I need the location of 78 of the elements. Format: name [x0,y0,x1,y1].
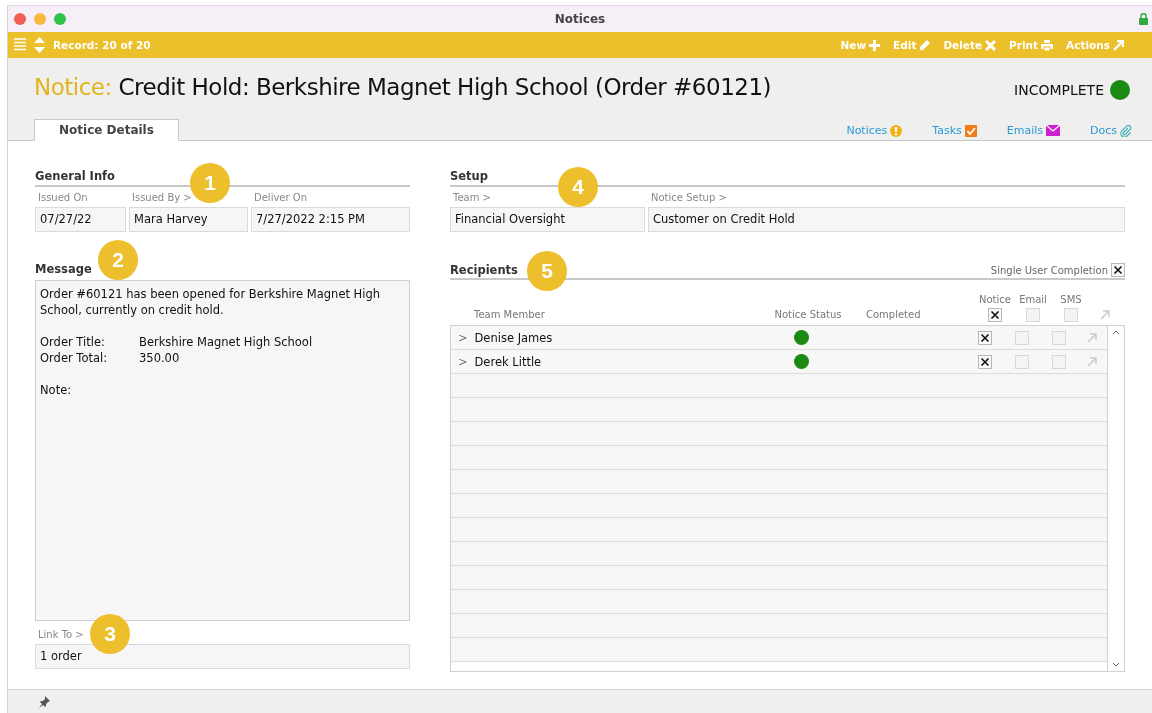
section-heading: Recipients [450,263,518,277]
section-heading: Setup [450,169,488,183]
team-member-name: Denise James [474,330,554,345]
message-value: Berkshire Magnet High School [139,334,313,350]
checkbox[interactable] [1064,308,1078,322]
section-heading: Message [35,262,92,276]
arrow-icon[interactable] [1087,356,1098,367]
field-label: Team > [453,191,491,205]
arrow-icon[interactable] [1087,332,1098,343]
pencil-icon [919,39,931,51]
message-field[interactable]: Order #60121 has been opened for Berkshire Magnet High School, currently on credit hold. Order Title: Berkshire Magnet High School Order Total: 350.00 Note: [35,280,410,621]
input-field[interactable]: Mara Harvey [129,207,248,232]
alert-icon [890,124,903,137]
expand-toggle[interactable]: > [451,330,475,345]
input-field[interactable]: 7/27/2022 2:15 PM [251,207,410,232]
message-text: Order #60121 has been opened for Berkshire Magnet High School, currently on credit hold. [40,287,381,317]
callout-badge: 1 [190,163,230,203]
up-down-arrows-icon[interactable] [34,37,45,53]
paperclip-icon [1120,124,1132,137]
link[interactable]: Tasks [932,124,977,137]
record-title: Notice: Credit Hold: Berkshire Magnet High School (Order #60121) [34,74,771,100]
envelope-icon [1046,125,1060,136]
checkbox-label: Single User Completion [990,264,1108,276]
link[interactable]: Docs [1090,124,1132,137]
record-counter: Record: 20 of 20 [53,39,151,51]
input-field[interactable]: Customer on Credit Hold [648,207,1125,232]
field-label: Deliver On [254,191,307,205]
pin-icon[interactable] [38,696,50,708]
checkbox[interactable] [1014,354,1029,369]
checkbox-icon [964,124,977,137]
checkbox[interactable] [1026,308,1040,322]
zoom-button[interactable] [54,13,66,25]
scroll-down-icon[interactable] [1112,662,1120,668]
printer-icon [1041,39,1054,51]
field-label: Issued On [38,191,88,205]
input-field[interactable]: Financial Oversight [450,207,645,232]
team-member-name: Derek Little [474,354,543,369]
lock-icon [1139,13,1148,25]
field-label: Notice Setup > [651,191,727,205]
checkbox[interactable] [977,354,992,369]
callout-badge: 2 [98,240,138,280]
column-header: SMS [1060,294,1082,305]
window-title: Notices [554,12,606,26]
arrow-icon [1113,39,1124,51]
link[interactable]: Notices [846,124,903,137]
arrow-icon[interactable] [1100,310,1110,320]
menu-icon[interactable] [14,38,26,52]
message-value: 350.00 [139,350,180,366]
checkbox[interactable] [1111,263,1125,277]
column-header: Email [1019,294,1047,305]
field-label[interactable]: Link To > [38,628,84,642]
message-label: Order Total: [40,350,108,366]
link[interactable]: Emails [1006,124,1060,137]
checkbox[interactable] [977,330,992,345]
column-header: Notice [979,294,1011,305]
input-field[interactable]: 1 order [35,644,410,669]
callout-badge: 5 [527,251,567,291]
section-heading: General Info [35,169,115,183]
expand-toggle[interactable]: > [451,354,475,369]
checkbox[interactable] [1052,330,1067,345]
column-header: Team Member [474,309,546,322]
status-label: INCOMPLETE [1014,82,1104,98]
scroll-up-icon[interactable] [1112,329,1120,335]
field-label: Issued By > [132,191,192,205]
checkbox[interactable] [988,308,1002,322]
message-label: Order Title: [40,334,105,350]
close-button[interactable] [14,13,26,25]
close-icon [985,39,997,51]
column-header: Completed [866,309,921,320]
checkbox[interactable] [1052,354,1067,369]
minimize-button[interactable] [34,13,46,25]
callout-badge: 4 [558,167,598,207]
input-field[interactable]: 07/27/22 [35,207,126,232]
plus-icon [869,39,881,51]
tab[interactable]: Notice Details [34,119,179,141]
column-header: Notice Status [774,309,842,320]
checkbox[interactable] [1014,330,1029,345]
message-label: Note: [40,382,72,398]
